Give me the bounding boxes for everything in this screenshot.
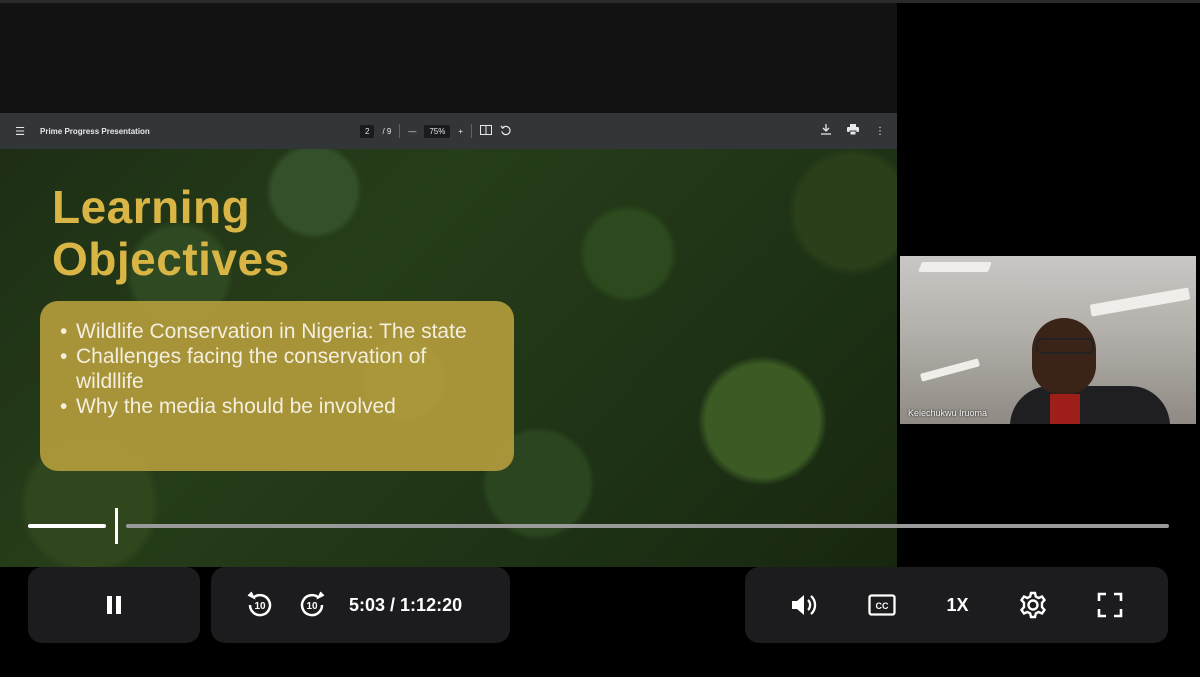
- seek-control-group: 10 10 5:03 / 1:12:20: [211, 567, 510, 643]
- print-icon[interactable]: [847, 124, 859, 138]
- more-vertical-icon[interactable]: ⋮: [875, 126, 885, 137]
- person-body: [1010, 386, 1170, 424]
- list-item: Wildlife Conservation in Nigeria: The st…: [60, 319, 494, 344]
- slide-title-line: Learning: [52, 181, 251, 233]
- download-icon[interactable]: [821, 124, 831, 138]
- hamburger-icon[interactable]: ☰: [0, 125, 40, 138]
- volume-button[interactable]: [790, 592, 818, 618]
- pdf-page-input[interactable]: 2: [360, 124, 375, 138]
- pause-icon: [107, 596, 121, 614]
- forward-10-icon: 10: [300, 591, 325, 617]
- forward-seconds: 10: [306, 601, 318, 612]
- playback-speed-button[interactable]: 1X: [946, 595, 968, 616]
- settings-control-group: CC 1X: [745, 567, 1168, 643]
- zoom-level-input[interactable]: 75%: [424, 124, 451, 138]
- ceiling-light: [1089, 287, 1191, 317]
- play-control-group: [28, 567, 200, 643]
- settings-button[interactable]: [1019, 591, 1047, 619]
- pause-button[interactable]: [104, 595, 124, 615]
- fit-page-icon[interactable]: [480, 125, 493, 137]
- video-player[interactable]: ☰ Prime Progress Presentation 2 / 9 — 75…: [0, 0, 1200, 677]
- pdf-toolbar: ☰ Prime Progress Presentation 2 / 9 — 75…: [0, 113, 897, 149]
- time-separator: /: [385, 594, 401, 615]
- pdf-page-controls: 2 / 9 — 75% +: [360, 113, 511, 149]
- person-head: [1032, 318, 1096, 394]
- svg-text:CC: CC: [876, 601, 889, 611]
- rewind-10-icon: 10: [247, 591, 272, 617]
- progress-handle[interactable]: [115, 508, 118, 544]
- time-display: 5:03 / 1:12:20: [349, 595, 462, 616]
- pdf-page-total: / 9: [382, 126, 392, 136]
- rewind-seconds: 10: [254, 601, 266, 612]
- zoom-out-button[interactable]: —: [408, 127, 416, 136]
- rewind-10-button[interactable]: 10: [245, 590, 275, 620]
- ceiling-light: [919, 358, 981, 382]
- progress-remaining[interactable]: [126, 524, 1169, 528]
- closed-captions-button[interactable]: CC: [868, 594, 896, 616]
- slide-title-line: Objectives: [52, 233, 290, 285]
- objectives-list: Wildlife Conservation in Nigeria: The st…: [60, 319, 494, 419]
- person-shirt: [1050, 394, 1080, 424]
- forward-10-button[interactable]: 10: [297, 590, 327, 620]
- volume-icon: [792, 595, 817, 615]
- progress-played[interactable]: [28, 524, 106, 528]
- closed-captions-icon: CC: [868, 594, 896, 616]
- list-item: Challenges facing the conservation of wi…: [60, 344, 494, 394]
- duration: 1:12:20: [400, 594, 463, 615]
- divider: [471, 124, 473, 138]
- gear-icon: [1019, 591, 1046, 619]
- rotate-icon[interactable]: [500, 125, 511, 138]
- pdf-document-title: Prime Progress Presentation: [40, 126, 150, 136]
- participant-video-tile[interactable]: Kelechukwu Iruoma: [900, 256, 1196, 424]
- slide-title: Learning Objectives: [52, 181, 290, 285]
- pdf-right-controls: ⋮: [821, 113, 885, 149]
- ceiling-light: [918, 262, 992, 272]
- participant-name: Kelechukwu Iruoma: [908, 408, 988, 418]
- current-time: 5:03: [349, 594, 386, 615]
- list-item: Why the media should be involved: [60, 394, 494, 419]
- divider: [399, 124, 401, 138]
- zoom-in-button[interactable]: +: [458, 127, 463, 136]
- fullscreen-button[interactable]: [1097, 592, 1123, 618]
- fullscreen-icon: [1097, 592, 1123, 618]
- glasses: [1036, 338, 1094, 354]
- presentation-slide: Learning Objectives Wildlife Conservatio…: [0, 149, 897, 567]
- objectives-box: Wildlife Conservation in Nigeria: The st…: [40, 301, 514, 471]
